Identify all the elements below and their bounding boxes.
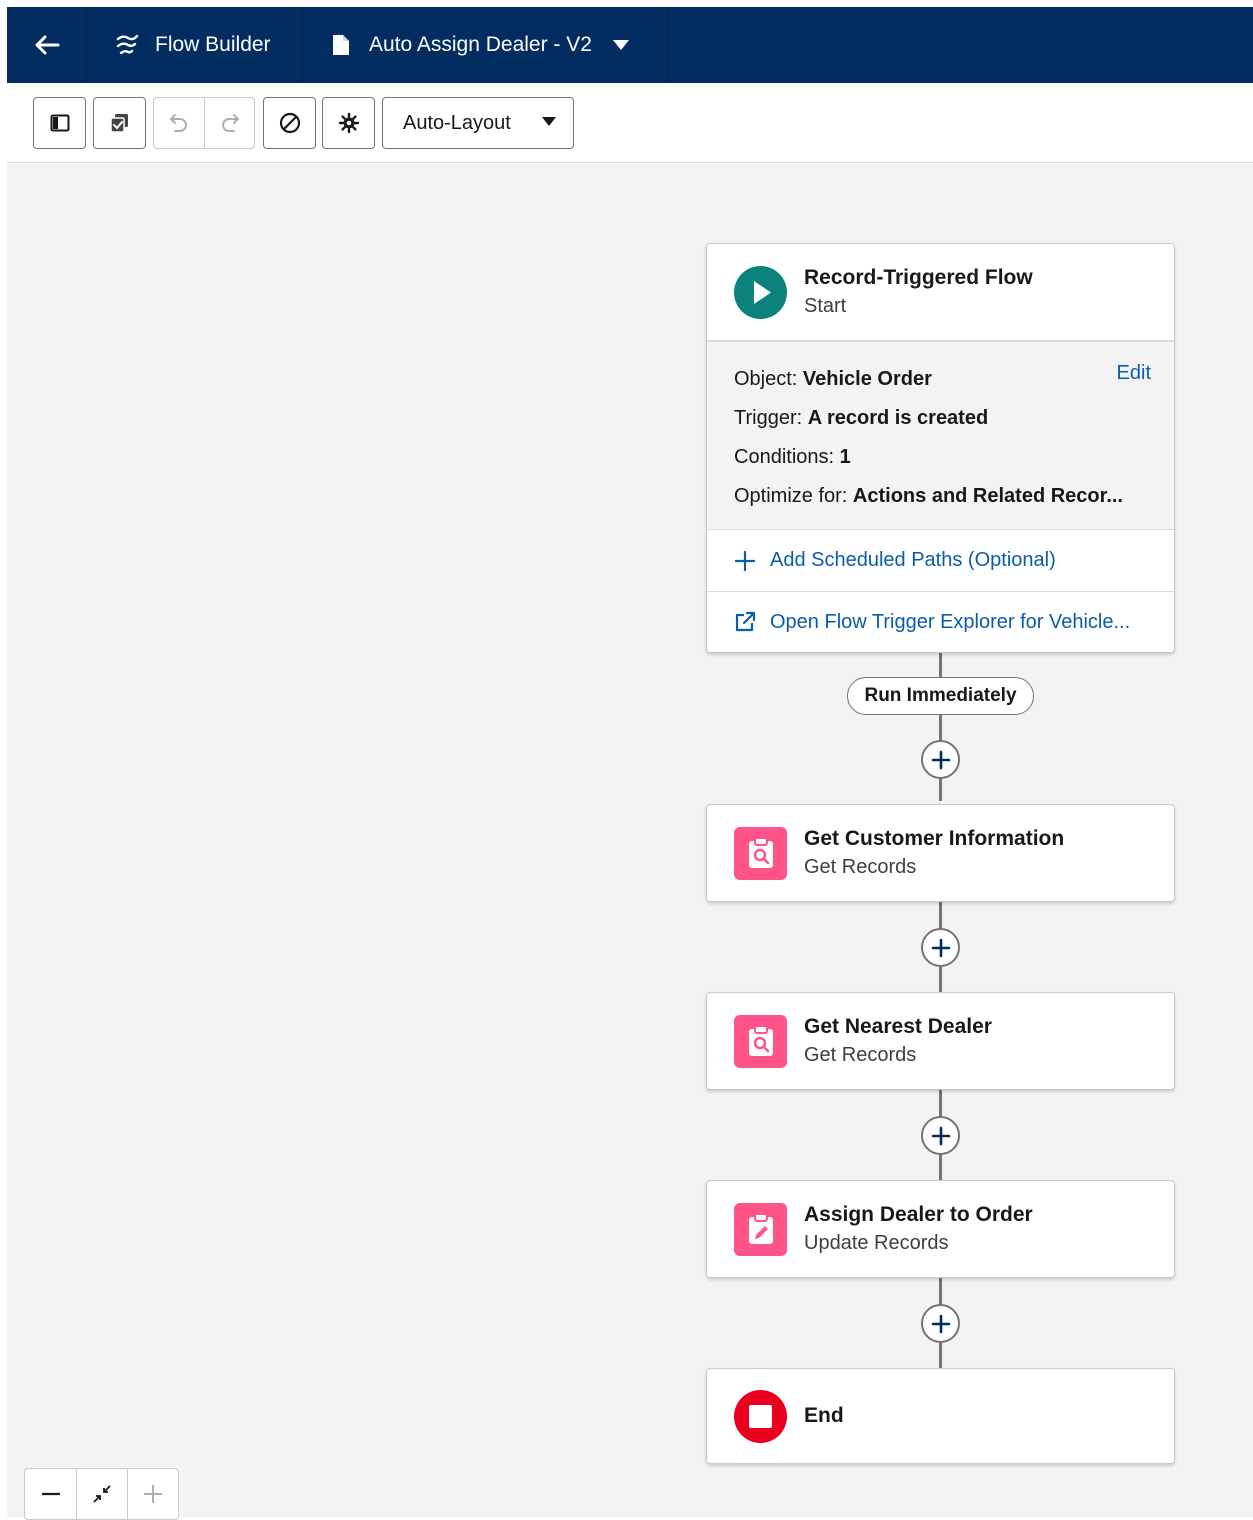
- element-type: Update Records: [804, 1232, 949, 1254]
- element-title: Assign Dealer to Order: [804, 1203, 1033, 1226]
- start-element-details: Object: Vehicle Order Edit Trigger: A re…: [707, 340, 1174, 530]
- add-scheduled-paths-link[interactable]: Add Scheduled Paths (Optional): [707, 530, 1174, 591]
- flow-settings-button[interactable]: [322, 97, 375, 149]
- element-title: Get Nearest Dealer: [804, 1015, 992, 1038]
- optimize-value: Actions and Related Recor...: [852, 485, 1123, 507]
- add-icon: [931, 1126, 950, 1145]
- run-immediately-label[interactable]: Run Immediately: [847, 677, 1034, 715]
- zoom-in-button[interactable]: [127, 1469, 178, 1519]
- redo-icon: [221, 114, 239, 132]
- start-element-subtitle: Start: [804, 295, 847, 317]
- add-icon: [931, 750, 950, 769]
- start-element[interactable]: Record-Triggered Flow Start Object: Vehi…: [706, 243, 1175, 653]
- zoom-out-button[interactable]: [25, 1469, 76, 1519]
- minus-icon: [41, 1492, 60, 1496]
- stop-icon: [734, 1389, 787, 1443]
- undo-button[interactable]: [154, 98, 204, 148]
- contract-icon: [93, 1485, 111, 1503]
- layout-mode-select[interactable]: Auto-Layout: [382, 97, 574, 149]
- trigger-value: A record is created: [807, 407, 989, 429]
- add-element-button[interactable]: [921, 928, 960, 967]
- zoom-controls: [24, 1468, 179, 1520]
- open-trigger-explorer-link[interactable]: Open Flow Trigger Explorer for Vehicle..…: [707, 591, 1174, 652]
- flow-icon: [115, 32, 139, 58]
- builder-toolbar: Auto-Layout: [7, 83, 1253, 163]
- plus-icon: [144, 1485, 162, 1503]
- play-icon: [734, 265, 787, 319]
- app-name-label: Flow Builder: [155, 33, 271, 56]
- trigger-row: Trigger: A record is created: [734, 407, 989, 429]
- layout-mode-value: Auto-Layout: [403, 111, 511, 134]
- copy-check-icon: [109, 114, 128, 133]
- start-element-title: Record-Triggered Flow: [804, 266, 1033, 289]
- record-lookup-icon: [734, 1014, 787, 1068]
- optimize-row: Optimize for: Actions and Related Recor.…: [734, 485, 1123, 507]
- back-button[interactable]: [7, 7, 87, 83]
- resources-button[interactable]: [93, 97, 146, 149]
- gear-icon: [338, 112, 359, 134]
- add-element-button[interactable]: [921, 1304, 960, 1343]
- element-type: Get Records: [804, 856, 917, 878]
- new-window-icon: [734, 611, 756, 633]
- start-element-header: Record-Triggered Flow Start: [707, 244, 1174, 340]
- add-element-button[interactable]: [921, 1116, 960, 1155]
- flow-canvas[interactable]: Record-Triggered Flow Start Object: Vehi…: [7, 164, 1253, 1520]
- object-value: Vehicle Order: [802, 368, 932, 390]
- redo-button[interactable]: [204, 98, 254, 148]
- record-update-icon: [734, 1202, 787, 1256]
- end-element-title: End: [804, 1404, 844, 1427]
- app-header: Flow Builder Auto Assign Dealer - V2: [7, 7, 1253, 83]
- file-icon: [331, 33, 351, 57]
- element-title: Get Customer Information: [804, 827, 1065, 850]
- add-icon: [734, 550, 756, 572]
- fit-to-view-button[interactable]: [76, 1469, 127, 1519]
- flow-name-label: Auto Assign Dealer - V2: [369, 33, 592, 56]
- element-type: Get Records: [804, 1044, 917, 1066]
- record-lookup-icon: [734, 826, 787, 880]
- toggle-toolbox-button[interactable]: [33, 97, 86, 149]
- add-element-button[interactable]: [921, 740, 960, 779]
- back-arrow-icon: [35, 35, 59, 55]
- conditions-row: Conditions: 1: [734, 446, 851, 468]
- add-icon: [931, 1314, 950, 1333]
- undo-icon: [170, 114, 187, 132]
- debug-button[interactable]: [263, 97, 316, 149]
- add-icon: [931, 938, 950, 957]
- panel-icon: [50, 114, 69, 132]
- undo-redo-group: [153, 97, 255, 149]
- chevron-down-icon: [612, 39, 630, 51]
- ban-icon: [279, 112, 300, 134]
- edit-link[interactable]: Edit: [1117, 362, 1151, 385]
- element-get-customer-information[interactable]: Get Customer Information Get Records: [706, 804, 1175, 902]
- chevron-down-icon: [541, 116, 557, 127]
- app-name: Flow Builder: [87, 7, 303, 83]
- end-element[interactable]: End: [706, 1368, 1175, 1464]
- element-get-nearest-dealer[interactable]: Get Nearest Dealer Get Records: [706, 992, 1175, 1090]
- flow-name-menu[interactable]: Auto Assign Dealer - V2: [303, 7, 669, 83]
- element-assign-dealer-to-order[interactable]: Assign Dealer to Order Update Records: [706, 1180, 1175, 1278]
- object-row: Object: Vehicle Order: [734, 368, 932, 390]
- conditions-value: 1: [839, 446, 851, 468]
